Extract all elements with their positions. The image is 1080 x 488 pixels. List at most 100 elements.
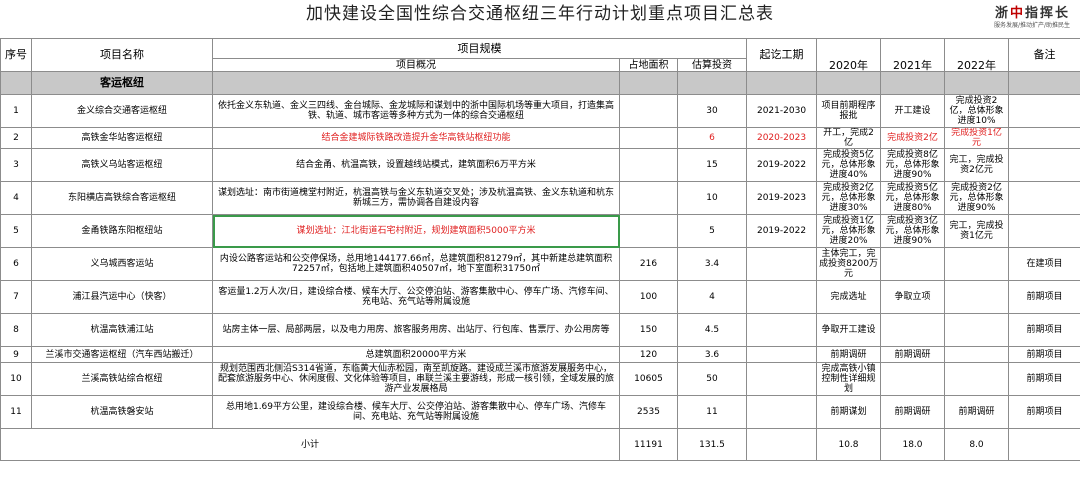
cell-period: [746, 346, 818, 363]
cell-note: [1008, 94, 1080, 128]
cell-period: [746, 362, 818, 396]
cell-seq: 4: [0, 181, 32, 215]
table-row: 6 义乌城西客运站 内设公路客运站和公交停保场，总用地144177.66㎡，总建筑面…: [0, 247, 1080, 281]
cell-seq: 3: [0, 148, 32, 182]
cell-seq: 9: [0, 346, 32, 363]
cell-period: [746, 395, 818, 429]
cell-note: 前期项目: [1008, 313, 1080, 347]
project-summary-table: 序号 项目名称 项目规模 起讫工期 2020年 2021年 2022年 备注 项…: [0, 38, 1080, 461]
cell-plan-2022: 完成投资2亿，总体形象进度10%: [944, 94, 1010, 128]
cell-plan-2021: 前期调研: [880, 346, 946, 363]
total-plan-2022: 8.0: [944, 428, 1010, 461]
table-row: 8 杭温高铁浦江站 站房主体一层、局部两层，以及电力用房、旅客服务用房、出站厅、行包…: [0, 313, 1080, 347]
section-label: 客运枢纽: [31, 71, 213, 95]
table-row: 11 杭温高铁磐安站 总用地1.69平方公里，建设综合楼、候车大厅、公交停泊站、游客…: [0, 395, 1080, 429]
cell-note: 前期项目: [1008, 280, 1080, 314]
cell-plan-2021: 完成投资8亿元，总体形象进度90%: [880, 148, 946, 182]
table-row: 2 高铁金华站客运枢纽 结合金建城际铁路改造提升金华高铁站枢纽功能 6 2020-202…: [0, 127, 1080, 149]
cell-invest: 10: [676, 181, 748, 215]
cell-plan-2020: 完成投资2亿元，总体形象进度30%: [816, 181, 882, 215]
total-row: 小计 11191 131.5 10.8 18.0 8.0: [0, 428, 1080, 461]
cell-note: [1008, 127, 1080, 149]
cell-name: 高铁金华站客运枢纽: [31, 127, 213, 149]
table-row: 10 兰溪高铁站综合枢纽 规划范围西北侧沿S314省道，东临黄大仙赤松园，南至凯旋路…: [0, 362, 1080, 396]
total-period: [746, 428, 818, 461]
cell-area: 10605: [619, 362, 678, 396]
table-row: 5 金甬铁路东阳枢纽站 谋划选址：江北街道石宅村附近，规划建筑面积5000平方米 5 2…: [0, 214, 1080, 248]
cell-plan-2020: 开工，完成2亿: [816, 127, 882, 149]
cell-plan-2021: 完成投资5亿元，总体形象进度80%: [880, 181, 946, 215]
table-row: 4 东阳横店高铁综合客运枢纽 谋划选址：南市街道槐堂村附近，杭温高铁与金义东轨道交叉…: [0, 181, 1080, 215]
table-row: 7 浦江县汽运中心（快客） 客运量1.2万人次/日，建设综合楼、候车大厅、公交停泊站…: [0, 280, 1080, 314]
header-plan-2020: 2020年: [816, 38, 882, 72]
cell-plan-2020: 完成选址: [816, 280, 882, 314]
cell-area: 100: [619, 280, 678, 314]
table-row: 9 兰溪市交通客运枢纽（汽车西站搬迁） 总建筑面积20000平方米 120 3.6 前期调…: [0, 346, 1080, 363]
cell-period: [746, 313, 818, 347]
cell-plan-2022: [944, 247, 1010, 281]
cell-period: 2019-2022: [746, 214, 818, 248]
cell-plan-2021: 开工建设: [880, 94, 946, 128]
cell-plan-2021: [880, 247, 946, 281]
cell-name: 东阳横店高铁综合客运枢纽: [31, 181, 213, 215]
cell-plan-2020: 争取开工建设: [816, 313, 882, 347]
cell-overview: 谋划选址：江北街道石宅村附近，规划建筑面积5000平方米: [212, 214, 620, 248]
cell-note: 前期项目: [1008, 346, 1080, 363]
cell-plan-2022: 完工，完成投资2亿元: [944, 148, 1010, 182]
cell-period: [746, 280, 818, 314]
table-row: 1 金义综合交通客运枢纽 依托金义东轨道、金义三四线、金台城际、金龙城际和谋划中的浙…: [0, 94, 1080, 128]
cell-name: 杭温高铁磐安站: [31, 395, 213, 429]
total-area: 11191: [619, 428, 678, 461]
cell-plan-2021: 争取立项: [880, 280, 946, 314]
cell-plan-2022: 完成投资1亿元: [944, 127, 1010, 149]
header-overview: 项目概况: [212, 58, 620, 72]
cell-name: 义乌城西客运站: [31, 247, 213, 281]
cell-area: [619, 181, 678, 215]
cell-overview: 总用地1.69平方公里，建设综合楼、候车大厅、公交停泊站、游客集散中心、停车广场…: [212, 395, 620, 429]
cell-plan-2020: 主体完工，完成投资8200万元: [816, 247, 882, 281]
cell-plan-2020: 完成高铁小镇控制性详细规划: [816, 362, 882, 396]
cell-plan-2020: 完成投资5亿元，总体形象进度40%: [816, 148, 882, 182]
cell-period: 2020-2023: [746, 127, 818, 149]
cell-note: [1008, 148, 1080, 182]
cell-note: [1008, 181, 1080, 215]
cell-plan-2022: [944, 280, 1010, 314]
header-period: 起讫工期: [746, 38, 818, 72]
cell-seq: 10: [0, 362, 32, 396]
header-plan-2021: 2021年: [880, 38, 946, 72]
cell-area: [619, 214, 678, 248]
cell-name: 金甬铁路东阳枢纽站: [31, 214, 213, 248]
table-row: 3 高铁义乌站客运枢纽 结合金甬、杭温高铁，设置越线站模式，建筑面积6万平方米 15 2…: [0, 148, 1080, 182]
cell-area: [619, 127, 678, 149]
cell-note: 前期项目: [1008, 362, 1080, 396]
section-row: 客运枢纽: [0, 71, 1080, 95]
cell-plan-2022: [944, 313, 1010, 347]
cell-seq: 8: [0, 313, 32, 347]
cell-note: [1008, 214, 1080, 248]
cell-seq: 5: [0, 214, 32, 248]
cell-name: 兰溪市交通客运枢纽（汽车西站搬迁）: [31, 346, 213, 363]
cell-seq: 2: [0, 127, 32, 149]
brand-logo: 浙中指挥长 服务发展/推动扩产/助推民生: [993, 6, 1070, 29]
cell-period: 2019-2023: [746, 181, 818, 215]
cell-seq: 7: [0, 280, 32, 314]
cell-plan-2020: 项目前期程序报批: [816, 94, 882, 128]
cell-plan-2020: 前期调研: [816, 346, 882, 363]
cell-invest: 3.4: [676, 247, 748, 281]
cell-invest: 4: [676, 280, 748, 314]
total-note: [1008, 428, 1080, 461]
cell-period: 2019-2022: [746, 148, 818, 182]
cell-overview: 依托金义东轨道、金义三四线、金台城际、金龙城际和谋划中的浙中国际机场等重大项目，…: [212, 94, 620, 128]
header-name: 项目名称: [31, 38, 213, 72]
cell-plan-2021: 前期调研: [880, 395, 946, 429]
cell-overview: 总建筑面积20000平方米: [212, 346, 620, 363]
cell-plan-2020: 完成投资1亿元，总体形象进度20%: [816, 214, 882, 248]
cell-plan-2022: 前期调研: [944, 395, 1010, 429]
cell-overview: 结合金甬、杭温高铁，设置越线站模式，建筑面积6万平方米: [212, 148, 620, 182]
total-plan-2020: 10.8: [816, 428, 882, 461]
total-plan-2021: 18.0: [880, 428, 946, 461]
total-label: 小计: [0, 428, 620, 461]
cell-area: 120: [619, 346, 678, 363]
cell-name: 浦江县汽运中心（快客）: [31, 280, 213, 314]
cell-name: 金义综合交通客运枢纽: [31, 94, 213, 128]
